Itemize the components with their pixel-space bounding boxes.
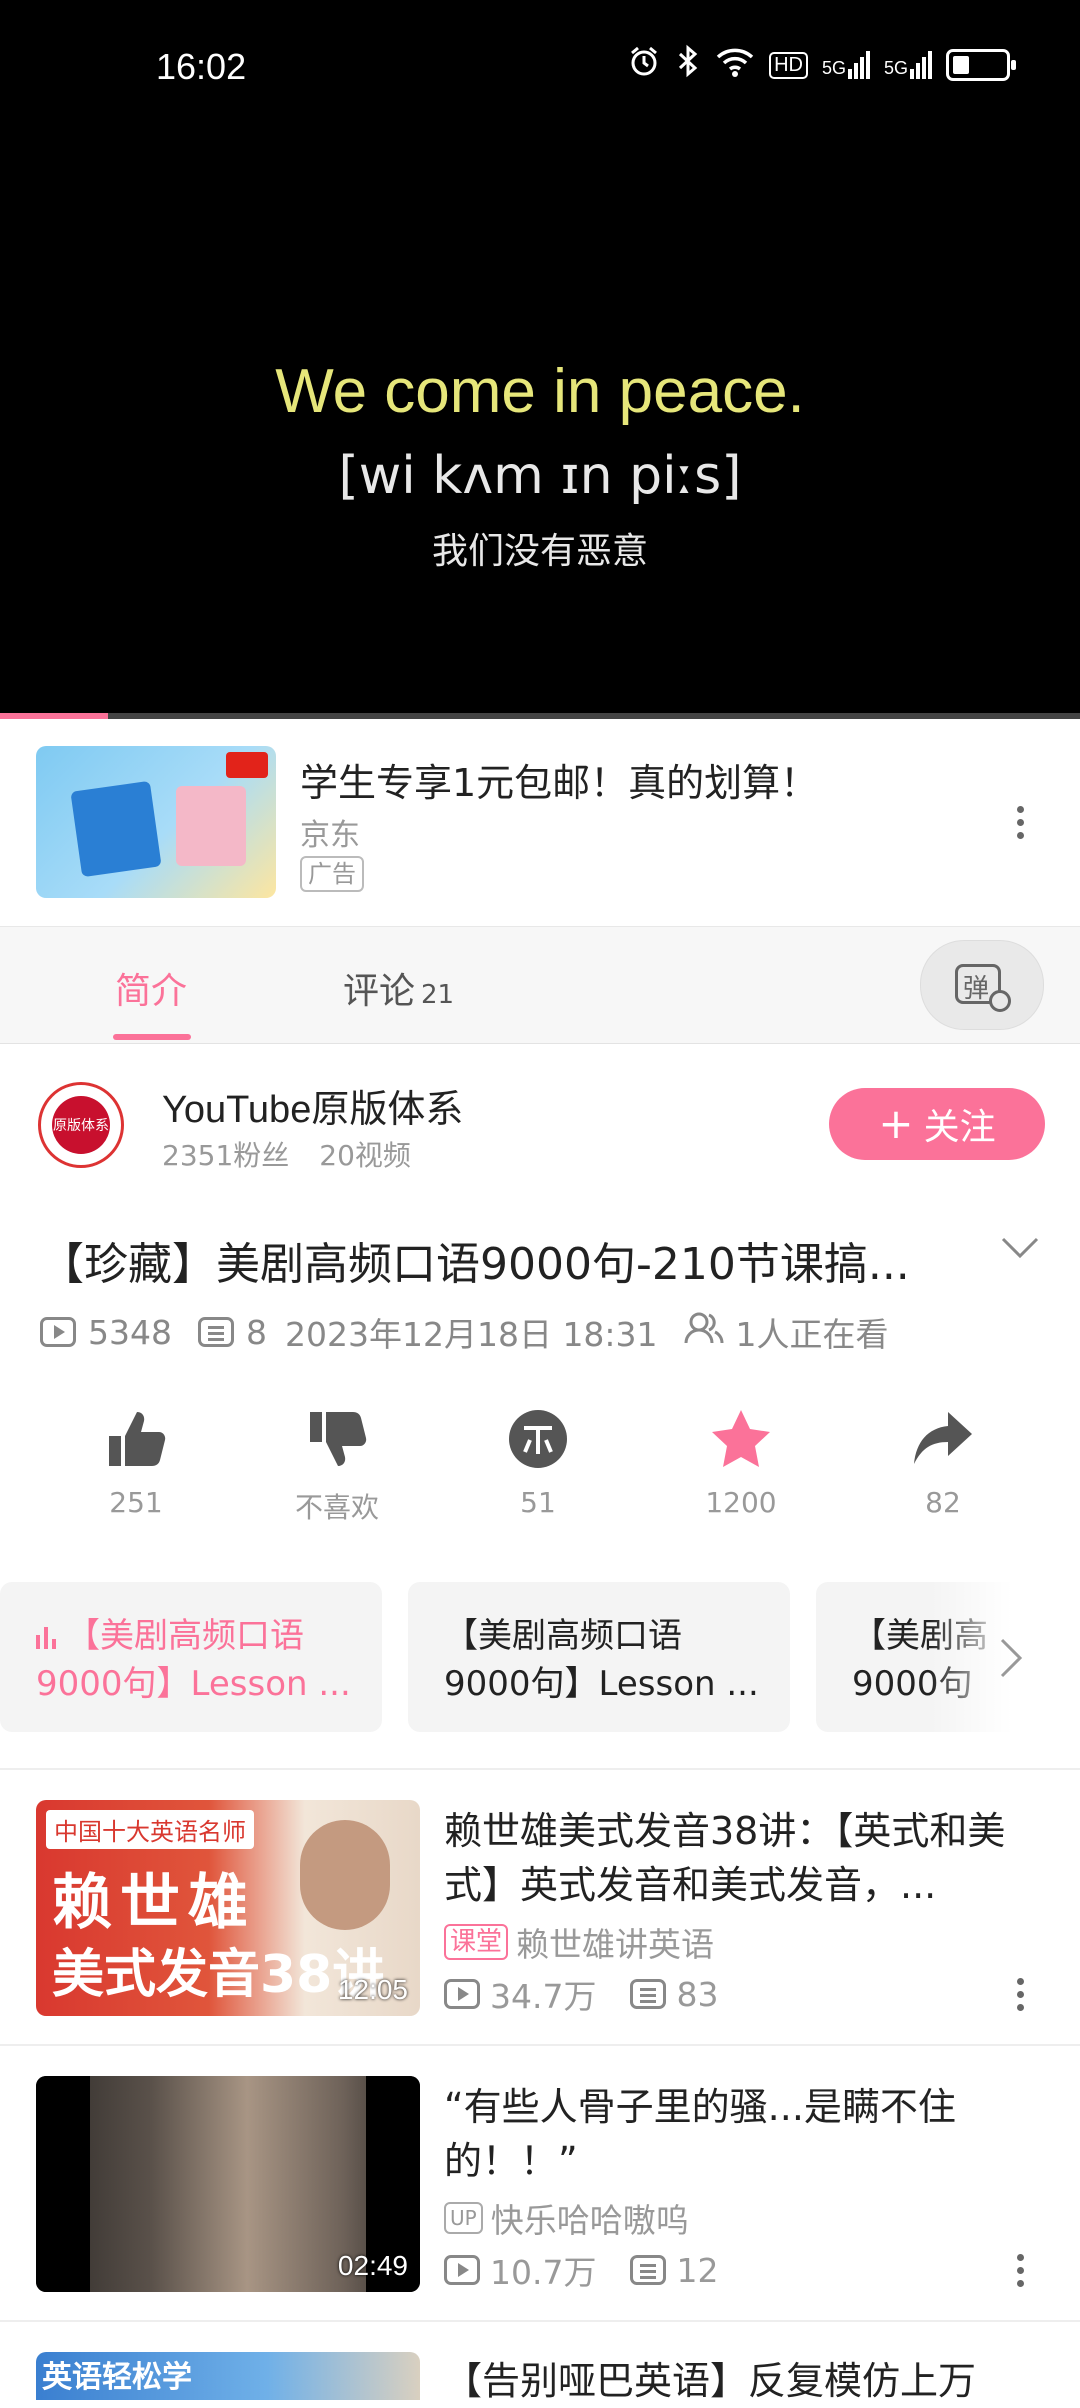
uploader-avatar[interactable]: 原版体系 xyxy=(38,1082,124,1168)
play-count: 5348 xyxy=(88,1312,172,1352)
signal-5g-icon-2: 5G xyxy=(884,51,932,79)
subtitle-chinese: 我们没有恶意 xyxy=(431,531,648,572)
episode-card[interactable]: 【美剧高频口语 9000句】Lesson ... xyxy=(408,1582,790,1732)
thumbs-up-icon xyxy=(109,1412,166,1466)
status-time: 16:02 xyxy=(156,46,247,87)
related-thumbnail[interactable]: 02:49 xyxy=(36,2076,420,2292)
view-count: 10.7万 xyxy=(490,2253,597,2292)
subtitle-english: We come in peace. xyxy=(275,357,805,426)
video-duration: 12:05 xyxy=(337,1974,408,2005)
wifi-icon xyxy=(715,45,755,85)
dislike-button[interactable]: 不喜欢 xyxy=(267,1406,407,1526)
comment-count: 12 xyxy=(676,2250,719,2290)
video-progress-bar[interactable] xyxy=(0,713,1080,719)
alarm-icon xyxy=(627,44,661,86)
episode-title-1a: 【美剧高频口语 xyxy=(66,1616,304,1656)
episode-title-2b: 9000句】Lesson ... xyxy=(444,1664,759,1704)
related-owner: UP 快乐哈哈嗷呜 xyxy=(444,2194,689,2242)
playing-indicator-icon xyxy=(36,1626,60,1649)
related-title[interactable]: 赖世雄美式发音38讲：【英式和美式】英式发音和美式发音，... xyxy=(444,1804,1044,1912)
divider xyxy=(0,2320,1080,2322)
coin-button[interactable]: 51 xyxy=(468,1406,608,1519)
uploader-video-count: 20视频 xyxy=(319,1139,411,1172)
follow-label: 关注 xyxy=(923,1107,996,1148)
owner-name: 赖世雄讲英语 xyxy=(516,1925,715,1964)
tab-comments[interactable]: 评论 21 xyxy=(343,962,454,1014)
like-button[interactable]: 251 xyxy=(66,1406,206,1519)
more-icon[interactable] xyxy=(1016,1978,1024,2011)
uploader-fans: 2351粉丝 xyxy=(162,1139,290,1172)
watching-icon xyxy=(684,1311,724,1353)
danmaku-toggle-button[interactable]: 弹 xyxy=(920,940,1044,1030)
video-meta: 5348 8 2023年12月18日 18:31 1人正在看 xyxy=(40,1308,889,1356)
danmaku-off-icon: 弹 xyxy=(955,960,1011,1012)
play-count-icon xyxy=(444,1979,480,2009)
play-count-icon xyxy=(40,1317,76,1347)
share-button[interactable]: 82 xyxy=(873,1406,1013,1519)
thumb-line-1: 赖世雄 xyxy=(52,1868,256,1938)
follow-button[interactable]: + 关注 xyxy=(829,1088,1045,1160)
owner-name: 快乐哈哈嗷呜 xyxy=(490,2201,689,2240)
battery-icon xyxy=(946,49,1016,81)
share-icon xyxy=(914,1412,972,1464)
ad-source: 京东 xyxy=(300,818,360,853)
publish-date: 2023年12月18日 18:31 xyxy=(284,1315,658,1354)
bluetooth-icon xyxy=(675,44,701,86)
video-progress-fill xyxy=(0,713,108,719)
up-tag: UP xyxy=(444,2202,483,2234)
video-title: 【珍藏】美剧高频口语9000句-210节课搞... xyxy=(40,1239,910,1290)
thumb-banner: 中国十大英语名师 xyxy=(46,1810,254,1849)
divider xyxy=(0,2044,1080,2046)
thumb-line-2: 美式发音38讲 xyxy=(52,1945,385,2005)
tab-comments-label: 评论 xyxy=(343,971,416,1012)
share-count: 82 xyxy=(925,1486,961,1519)
ad-more-icon[interactable] xyxy=(1016,806,1024,839)
episode-title-1b: 9000句】Lesson ... xyxy=(36,1664,351,1704)
comment-count: 83 xyxy=(676,1974,719,2014)
related-stats: 34.7万 83 xyxy=(444,1970,718,2018)
danmaku-count-icon xyxy=(630,1979,667,2009)
plus-icon: + xyxy=(878,1099,914,1148)
tab-comments-count: 21 xyxy=(421,980,455,1010)
favorite-count: 1200 xyxy=(705,1486,777,1519)
ad-image[interactable] xyxy=(36,746,276,898)
danmaku-count: 8 xyxy=(245,1312,267,1352)
chevron-down-icon[interactable] xyxy=(1000,1236,1040,1264)
thumb-banner: 英语轻松学 xyxy=(42,2360,192,2395)
subtitle-phonetic: [wi kʌm ɪn piːs] xyxy=(338,446,742,506)
divider xyxy=(0,1768,1080,1770)
ad-title[interactable]: 学生专享1元包邮！真的划算！ xyxy=(300,752,818,807)
more-icon[interactable] xyxy=(1016,2254,1024,2287)
class-tag: 课堂 xyxy=(444,1924,509,1960)
thumbs-down-icon xyxy=(310,1412,367,1466)
star-icon xyxy=(712,1410,770,1467)
uploader-name[interactable]: YouTube原版体系 xyxy=(162,1078,463,1133)
related-thumbnail[interactable]: 中国十大英语名师 赖世雄 美式发音38讲 12:05 xyxy=(36,1800,420,2016)
coin-icon xyxy=(509,1410,567,1468)
related-owner: 课堂 赖世雄讲英语 xyxy=(444,1918,714,1966)
view-count: 34.7万 xyxy=(490,1977,597,2016)
episode-title-2a: 【美剧高频口语 xyxy=(444,1616,682,1656)
signal-5g-icon: 5G xyxy=(822,51,870,79)
chevron-right-icon[interactable] xyxy=(998,1636,1024,1684)
dislike-label: 不喜欢 xyxy=(294,1491,379,1524)
tab-intro[interactable]: 简介 xyxy=(115,962,187,1014)
hd-icon: HD xyxy=(769,51,808,79)
ad-badge: 广告 xyxy=(300,856,364,892)
uploader-stats: 2351粉丝 20视频 xyxy=(162,1134,411,1174)
watching-count: 1人正在看 xyxy=(735,1315,889,1354)
tab-active-indicator xyxy=(113,1034,191,1040)
episode-card-current[interactable]: 【美剧高频口语 9000句】Lesson ... xyxy=(0,1582,382,1732)
related-thumbnail[interactable]: 英语轻松学 xyxy=(36,2352,420,2400)
favorite-button[interactable]: 1200 xyxy=(671,1406,811,1519)
coin-count: 51 xyxy=(520,1486,556,1519)
danmaku-count-icon xyxy=(630,2255,667,2285)
like-count: 251 xyxy=(109,1486,163,1519)
video-duration: 02:49 xyxy=(337,2250,408,2281)
related-stats: 10.7万 12 xyxy=(444,2246,718,2294)
status-icons: HD 5G 5G xyxy=(627,44,1016,86)
danmaku-count-icon xyxy=(197,1317,234,1347)
play-count-icon xyxy=(444,2255,480,2285)
related-title[interactable]: “有些人骨子里的骚...是瞒不住的！！” xyxy=(444,2080,1044,2188)
